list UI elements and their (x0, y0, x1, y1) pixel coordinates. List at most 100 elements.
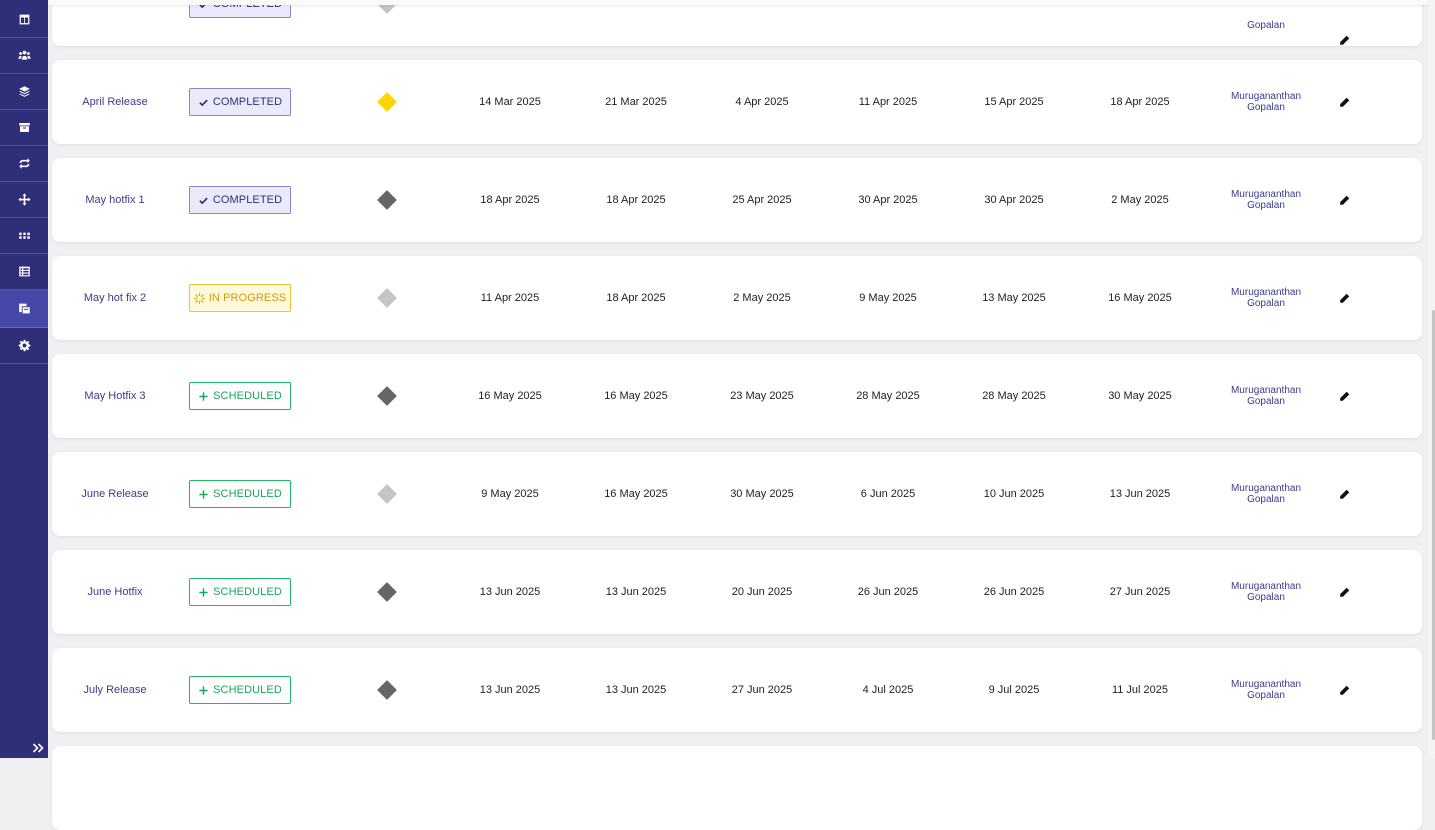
date-cell: 13 Jun 2025 (1109, 488, 1171, 500)
date-cell: 30 May 2025 (730, 488, 794, 500)
nav-releases[interactable] (0, 290, 48, 328)
date-cell: 30 Apr 2025 (858, 194, 918, 206)
milestone-cell (376, 550, 398, 634)
table-row: May hot fix 2 IN PROGRESS 11 Apr 2025 18 Ap… (52, 256, 1422, 340)
status-label: SCHEDULED (213, 488, 282, 500)
pencil-icon (1339, 391, 1349, 401)
releases-icon (18, 303, 30, 314)
milestone-diamond-icon (377, 484, 397, 504)
date-cell: 16 May 2025 (1108, 292, 1172, 304)
edit-button[interactable] (1336, 648, 1352, 732)
nav-sync[interactable] (0, 146, 48, 182)
move-icon (17, 193, 31, 206)
milestone-cell (376, 452, 398, 536)
date-cell: 4 Jul 2025 (862, 684, 914, 696)
release-name-link[interactable]: May Hotfix 3 (52, 354, 178, 438)
pencil-icon (1339, 195, 1349, 205)
date-cell: 30 May 2025 (1108, 390, 1172, 402)
pencil-icon (1339, 35, 1349, 45)
date-cell: 18 Apr 2025 (480, 194, 540, 206)
status-cell: COMPLETED (189, 60, 291, 144)
edit-button[interactable] (1336, 354, 1352, 438)
nav-list[interactable] (0, 254, 48, 290)
release-name-link[interactable]: May hotfix 1 (52, 158, 178, 242)
edit-button[interactable] (1336, 158, 1352, 242)
release-name-link[interactable]: July Release (52, 648, 178, 732)
status-label: COMPLETED (212, 96, 283, 108)
date-cell: 16 May 2025 (604, 390, 668, 402)
edit-button[interactable] (1336, 60, 1352, 144)
table-row: May hotfix 1 COMPLETED 18 Apr 2025 18 Apr 2… (52, 158, 1422, 242)
status-cell: SCHEDULED (189, 354, 291, 438)
grid-dots-icon (18, 232, 30, 239)
owner-link[interactable]: Muruganan­than Gopalan (1216, 648, 1316, 732)
date-cell: 4 Apr 2025 (735, 96, 789, 108)
date-cell: 21 Mar 2025 (605, 96, 667, 108)
status-cell: SCHEDULED (189, 452, 291, 536)
nav-settings[interactable] (0, 328, 48, 364)
table-row: May Hotfix 3 SCHEDULED 16 May 2025 16 May 2… (52, 354, 1422, 438)
milestone-cell (376, 158, 398, 242)
edit-button[interactable] (1336, 0, 1352, 46)
date-cell: 20 Jun 2025 (731, 586, 793, 598)
release-name-link[interactable]: June Release (52, 452, 178, 536)
plus-icon (199, 587, 208, 597)
date-cell: 30 Apr 2025 (984, 194, 1044, 206)
date-cell: 11 Apr 2025 (858, 96, 918, 108)
date-cell: 15 Apr 2025 (984, 96, 1044, 108)
date-cell: 26 Jun 2025 (983, 586, 1045, 598)
owner-link[interactable]: Muruganan­than Gopalan (1216, 550, 1316, 634)
list-table-icon (18, 266, 30, 277)
milestone-diamond-icon (377, 190, 397, 210)
owner-last-name: Gopalan (1247, 690, 1285, 701)
owner-first-name: Muruganan­than (1230, 581, 1302, 592)
status-label: SCHEDULED (213, 390, 282, 402)
date-cell: 13 Jun 2025 (605, 586, 667, 598)
status-badge: COMPLETED (189, 88, 291, 116)
date-cell: 9 May 2025 (481, 488, 539, 500)
date-cell: 16 May 2025 (604, 488, 668, 500)
owner-link[interactable]: Muruganan­than Gopalan (1216, 158, 1316, 242)
owner-last-name: Gopalan (1247, 102, 1285, 113)
date-cell: 28 May 2025 (856, 390, 920, 402)
status-label: SCHEDULED (213, 586, 282, 598)
date-cell: 9 May 2025 (859, 292, 917, 304)
owner-link[interactable]: Muruganan­than Gopalan (1216, 256, 1316, 340)
date-cell: 14 Mar 2025 (479, 96, 541, 108)
owner-link[interactable]: Muruganan­than Gopalan (1216, 452, 1316, 536)
table-row: June Hotfix SCHEDULED 13 Jun 2025 13 Jun 20… (52, 550, 1422, 634)
date-cell: 9 Jul 2025 (988, 684, 1040, 696)
date-cell: 28 May 2025 (982, 390, 1046, 402)
owner-link[interactable]: Muruganan­than Gopalan (1216, 60, 1316, 144)
release-name-link[interactable]: June Hotfix (52, 550, 178, 634)
nav-board[interactable] (0, 2, 48, 38)
date-cell: 2 May 2025 (1111, 194, 1169, 206)
check-icon (199, 99, 208, 106)
nav-grid[interactable] (0, 218, 48, 254)
nav-move[interactable] (0, 182, 48, 218)
owner-link[interactable]: Muruganan­than Gopalan (1216, 354, 1316, 438)
expand-sidebar-button[interactable] (30, 740, 46, 756)
release-name-link[interactable]: May hot fix 2 (52, 256, 178, 340)
table-row: July Release SCHEDULED 13 Jun 2025 13 Jun 2… (52, 648, 1422, 732)
layers-icon (18, 86, 30, 97)
date-cell: 13 Jun 2025 (479, 586, 541, 598)
nav-archive[interactable] (0, 110, 48, 146)
owner-first-name: Muruganan­than (1230, 91, 1302, 102)
nav-users[interactable] (0, 38, 48, 74)
edit-button[interactable] (1336, 550, 1352, 634)
board-icon (19, 14, 29, 25)
edit-button[interactable] (1336, 452, 1352, 536)
nav-layers[interactable] (0, 74, 48, 110)
owner-cell[interactable]: Gopalan (1216, 0, 1316, 46)
status-cell: COMPLETED (189, 158, 291, 242)
release-name-link[interactable]: April Release (52, 60, 178, 144)
owner-first-name: Muruganan­than (1230, 483, 1302, 494)
milestone-cell (376, 60, 398, 144)
edit-button[interactable] (1336, 256, 1352, 340)
date-cell: 11 Apr 2025 (480, 292, 540, 304)
owner-last-name: Gopalan (1247, 19, 1285, 31)
milestone-diamond-icon (377, 92, 397, 112)
date-cell: 11 Jul 2025 (1111, 684, 1169, 696)
sidebar (0, 0, 48, 758)
